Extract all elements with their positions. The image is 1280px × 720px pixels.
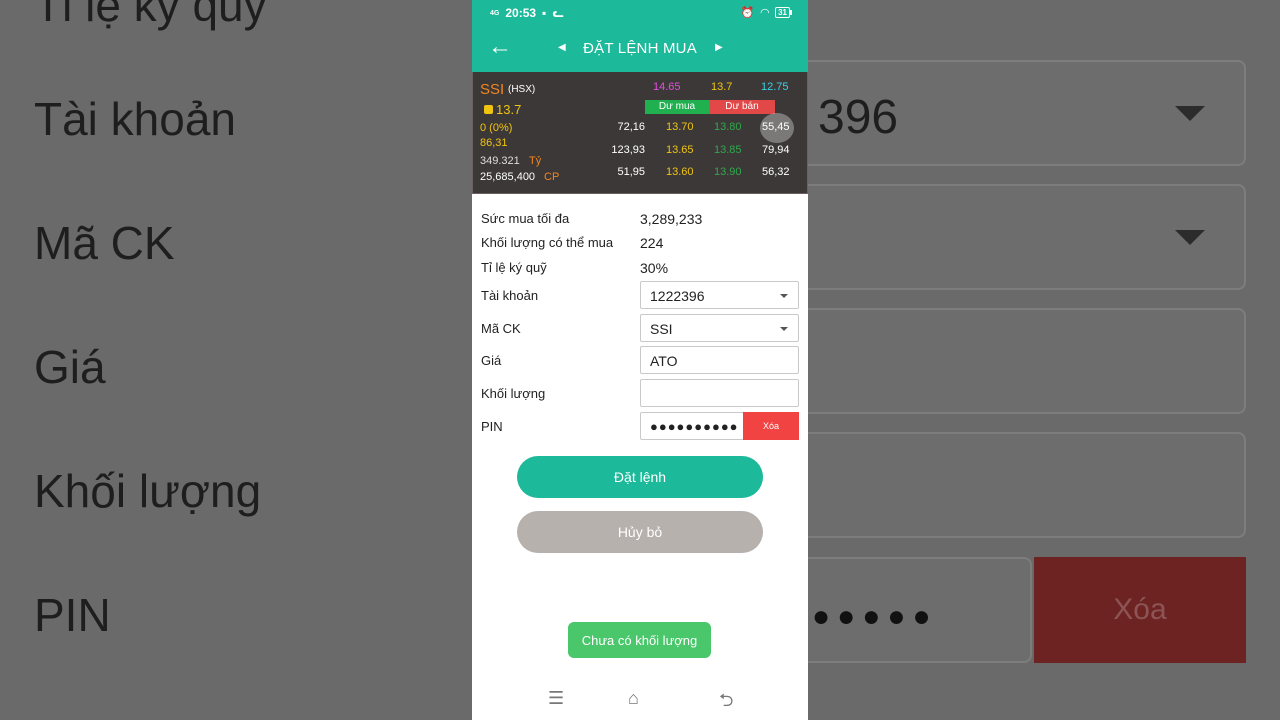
- bg-account-value: 396: [818, 91, 899, 144]
- symbol-row: Mã CK SSI: [472, 314, 808, 342]
- bg-label-price: Giá: [34, 341, 106, 393]
- quote-price: 13.7: [484, 102, 521, 117]
- quote-price-value: 13.7: [496, 102, 522, 117]
- pin-row: PIN ●●●●●●●●●● Xóa: [472, 412, 808, 440]
- chevron-down-icon: [780, 327, 788, 331]
- app-header: 4G 20:53 ▪ ᓚ ⏰ ◠ 31 ← ◀ ĐẶT LỆNH MUA ▶: [472, 0, 808, 72]
- chevron-down-icon: [780, 294, 788, 298]
- page-title: ĐẶT LỆNH MUA: [583, 40, 697, 57]
- bg-label-symbol: Mã CK: [34, 217, 175, 269]
- price-input[interactable]: ATO: [640, 346, 799, 374]
- floor-price: 12.75: [761, 81, 789, 93]
- cancel-button[interactable]: Hủy bỏ: [517, 511, 763, 553]
- account-row: Tài khoản 1222396: [472, 281, 808, 309]
- margin-row: Tỉ lệ ký quỹ 30%: [472, 260, 808, 278]
- buy-price: 13.70: [666, 121, 694, 133]
- order-book-row: 72,16 13.70 13.80 55,45: [473, 121, 807, 135]
- order-book-row: 51,95 13.60 13.90 56,32: [473, 166, 807, 180]
- pin-label: PIN: [481, 419, 503, 434]
- max-buy-value: 3,289,233: [640, 211, 703, 227]
- account-value: 1222396: [650, 288, 705, 304]
- buyable-qty-label: Khối lượng có thể mua: [481, 235, 614, 250]
- sell-qty: 56,32: [762, 166, 790, 178]
- ceiling-price: 14.65: [653, 81, 681, 93]
- bg-label-margin: Tỉ lệ ký quỹ: [34, 0, 267, 31]
- pin-value: ●●●●●●●●●●: [650, 419, 739, 434]
- symbol-label: Mã CK: [481, 321, 521, 336]
- quote-exchange: (HSX): [508, 84, 536, 95]
- bg-clear-button: Xóa: [1034, 557, 1246, 663]
- notification-icon: ᓚ: [552, 6, 564, 20]
- account-label: Tài khoản: [481, 288, 539, 303]
- buy-depth-label: Dư mua: [645, 100, 709, 114]
- sell-price: 13.80: [714, 121, 742, 133]
- account-select[interactable]: 1222396: [640, 281, 799, 309]
- bg-chevron-down-icon: [1175, 230, 1205, 245]
- bg-quantity-box: [760, 432, 1246, 538]
- max-buy-label: Sức mua tối đa: [481, 211, 570, 226]
- bg-symbol-box: [760, 184, 1246, 290]
- battery-icon: 31: [775, 7, 792, 18]
- alarm-icon: ⏰: [740, 7, 755, 19]
- margin-label: Tỉ lệ ký quỹ: [481, 260, 547, 275]
- symbol-select[interactable]: SSI: [640, 314, 799, 342]
- price-row: Giá ATO: [472, 346, 808, 374]
- bg-price-box: [760, 308, 1246, 414]
- toast-message: Chưa có khối lượng: [568, 622, 711, 658]
- sell-depth-label: Dư bán: [709, 100, 775, 114]
- bg-label-account: Tài khoản: [34, 93, 237, 145]
- status-time: 20:53: [505, 6, 537, 20]
- status-bar: 4G 20:53 ▪ ᓚ ⏰ ◠ 31: [472, 5, 808, 23]
- place-order-button[interactable]: Đặt lệnh: [517, 456, 763, 498]
- sell-qty: 79,94: [762, 144, 790, 156]
- order-book-row: 123,93 13.65 13.85 79,94: [473, 144, 807, 158]
- price-marker-icon: [484, 105, 493, 114]
- bg-pin-dots: ●●●●●: [812, 600, 938, 633]
- next-arrow-icon[interactable]: ▶: [715, 42, 723, 53]
- home-icon[interactable]: ⌂: [628, 688, 639, 709]
- wifi-icon: ◠: [760, 7, 770, 19]
- buyable-qty-row: Khối lượng có thể mua 224: [472, 235, 808, 253]
- symbol-value: SSI: [650, 321, 673, 337]
- sell-price: 13.85: [714, 144, 742, 156]
- sell-price: 13.90: [714, 166, 742, 178]
- video-icon: ▪: [542, 6, 547, 20]
- phone-screen: 4G 20:53 ▪ ᓚ ⏰ ◠ 31 ← ◀ ĐẶT LỆNH MUA ▶ S…: [472, 0, 808, 720]
- reference-price: 13.7: [711, 81, 733, 93]
- buy-qty: 51,95: [617, 166, 645, 178]
- pin-input[interactable]: ●●●●●●●●●●: [640, 412, 744, 440]
- clear-pin-button[interactable]: Xóa: [743, 412, 799, 440]
- quantity-input[interactable]: [640, 379, 799, 407]
- bg-label-pin: PIN: [34, 589, 111, 641]
- menu-icon[interactable]: ☰: [548, 688, 564, 709]
- margin-value: 30%: [640, 260, 669, 276]
- bg-label-quantity: Khối lượng: [34, 465, 262, 517]
- buy-price: 13.60: [666, 166, 694, 178]
- max-buy-row: Sức mua tối đa 3,289,233: [472, 211, 808, 229]
- buy-qty: 123,93: [611, 144, 645, 156]
- buy-price: 13.65: [666, 144, 694, 156]
- system-nav-bar: ☰ ⌂ ⮌: [472, 676, 808, 720]
- sell-qty: 55,45: [762, 121, 790, 133]
- quantity-row: Khối lượng: [472, 379, 808, 407]
- price-label: Giá: [481, 353, 502, 368]
- buyable-qty-value: 224: [640, 235, 664, 251]
- network-indicator: 4G: [490, 9, 500, 17]
- price-value: ATO: [650, 353, 678, 369]
- buy-qty: 72,16: [617, 121, 645, 133]
- bg-chevron-down-icon: [1175, 106, 1205, 121]
- quote-panel[interactable]: SSI (HSX) 13.7 0 (0%) 86,31 349.321 Tỷ 2…: [472, 72, 808, 194]
- quote-symbol: SSI: [480, 81, 505, 98]
- return-icon[interactable]: ⮌: [719, 688, 733, 718]
- quantity-label: Khối lượng: [481, 386, 546, 401]
